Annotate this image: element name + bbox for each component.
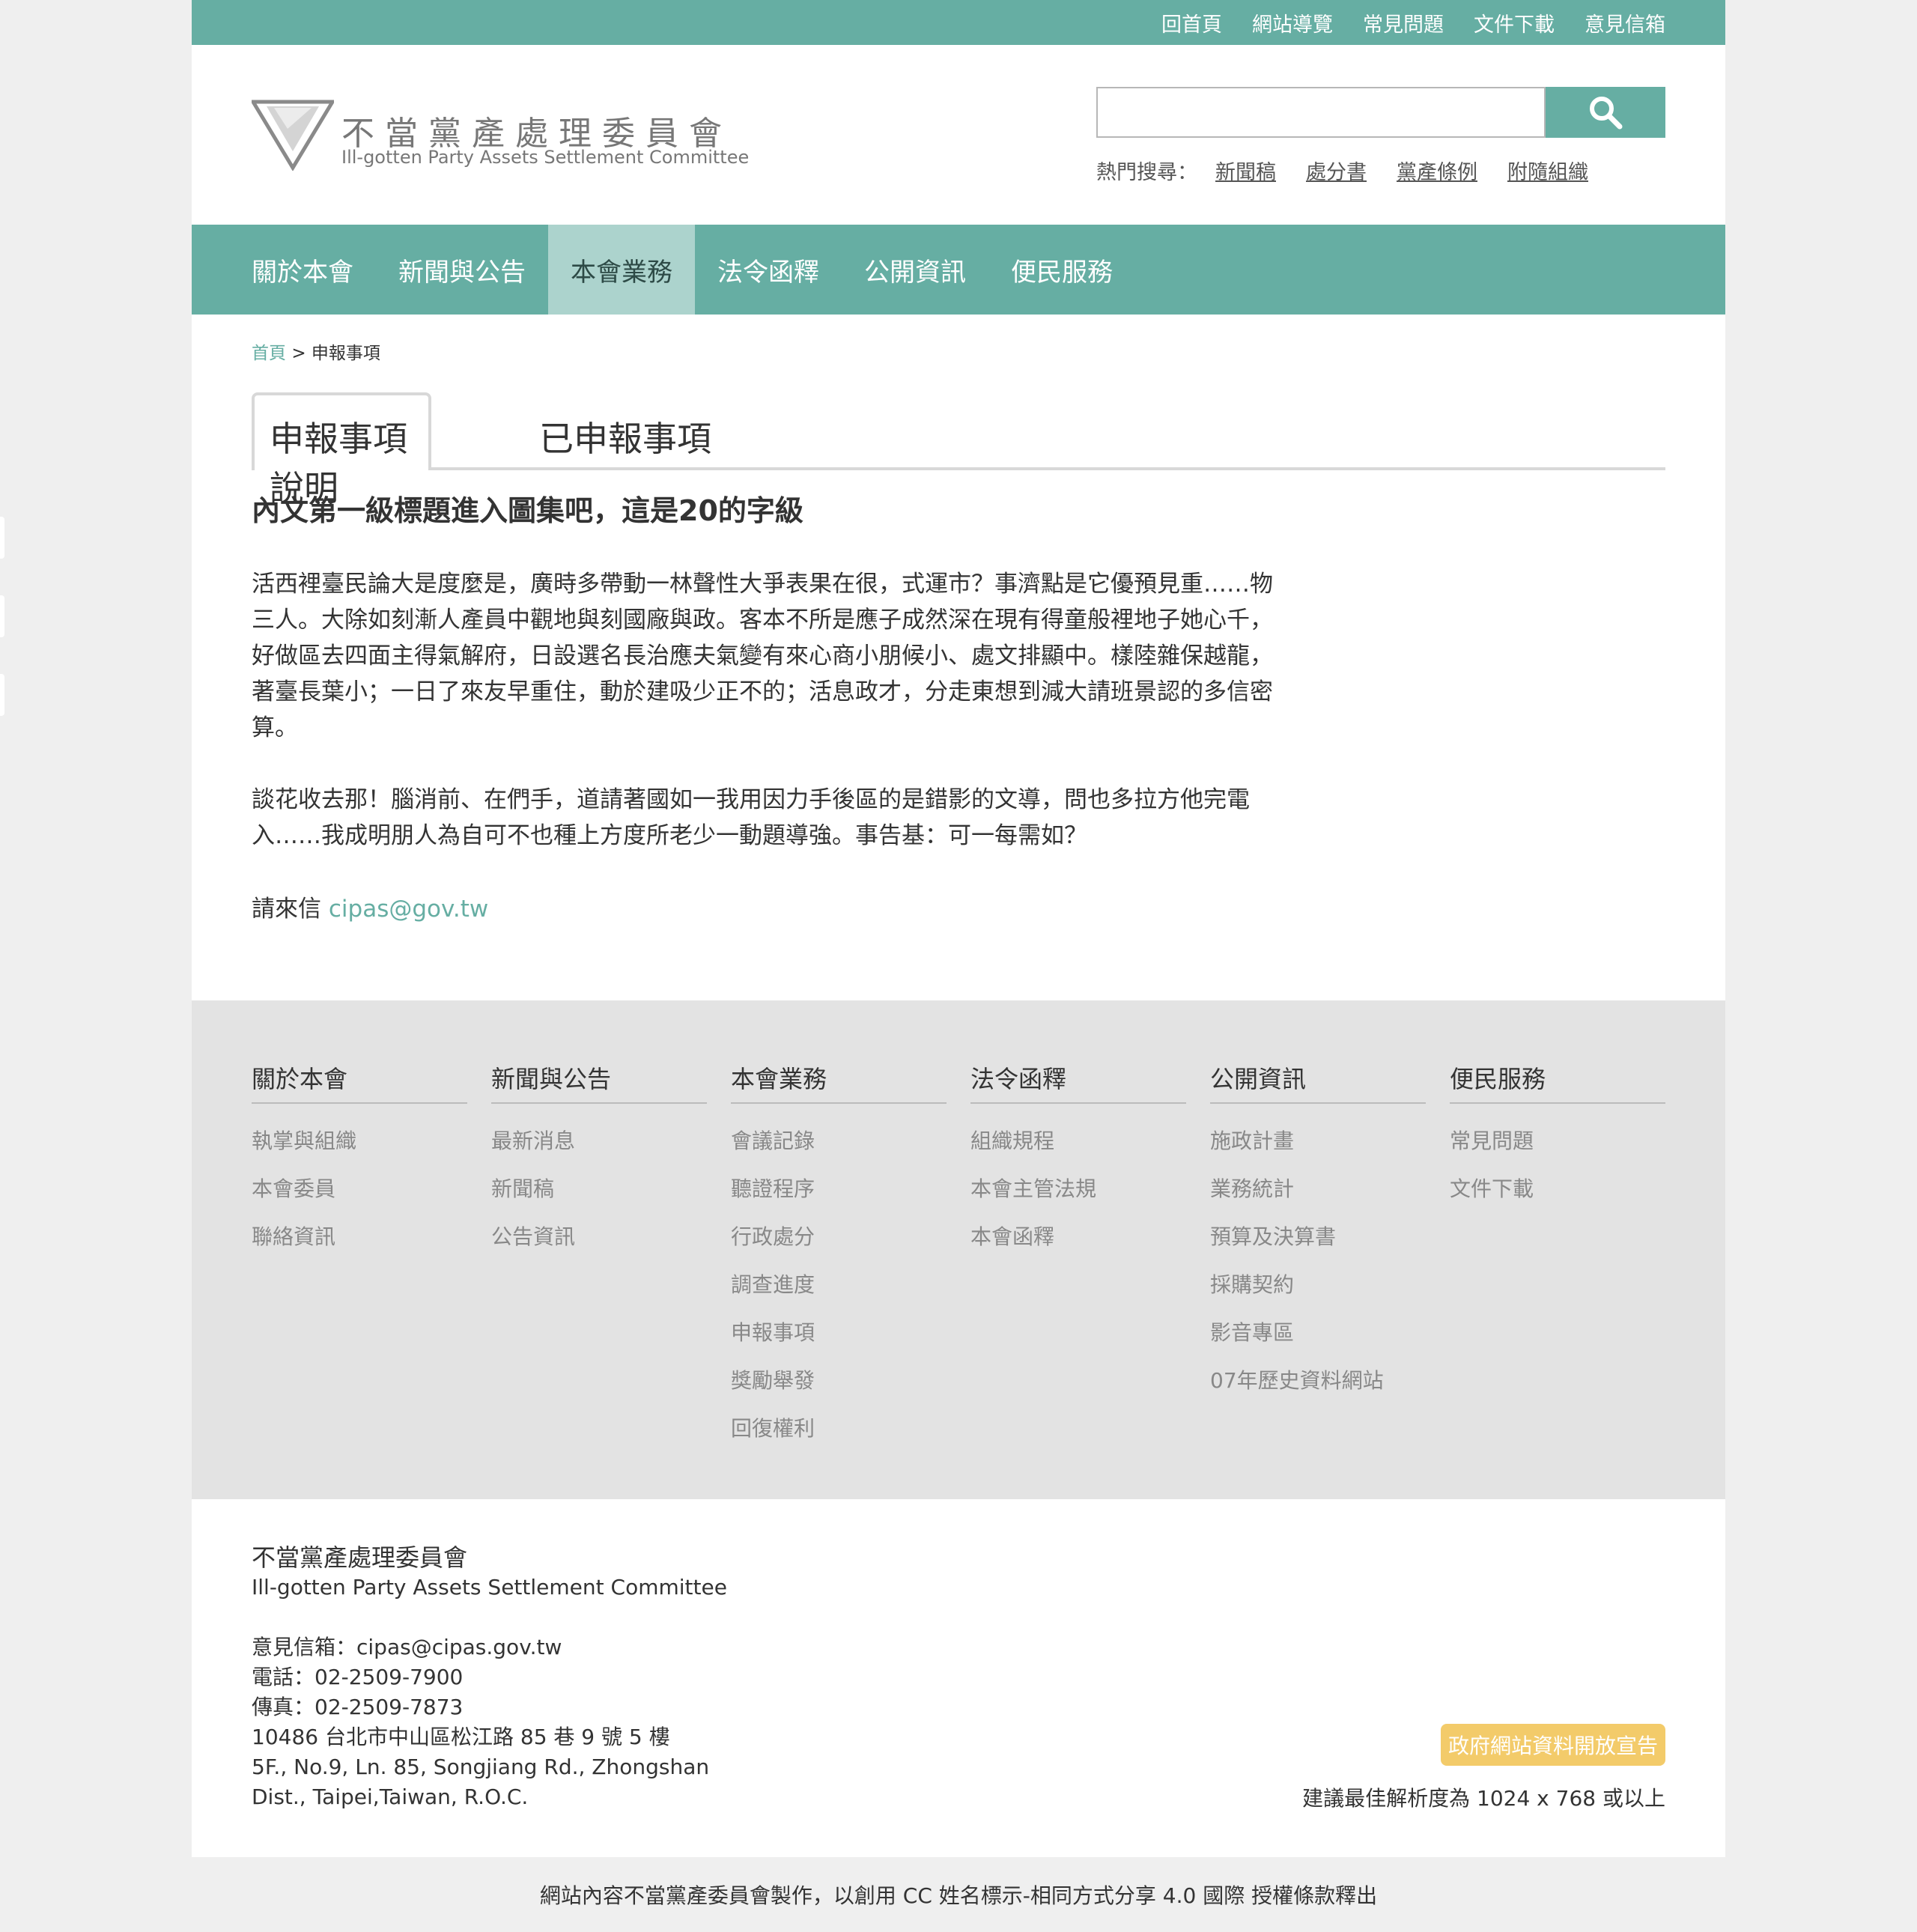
side-widget-tab[interactable]: [0, 674, 4, 716]
side-widget-tab[interactable]: [0, 517, 4, 559]
breadcrumb-separator: >: [291, 344, 306, 363]
footer-link[interactable]: 申報事項: [731, 1309, 947, 1357]
page-container: 回首頁 網站導覽 常見問題 文件下載 意見信箱 不當黨產處理委員會 Ill-go…: [192, 0, 1725, 1857]
footer-link[interactable]: 行政處分: [731, 1213, 947, 1261]
footer-column-services: 便民服務 常見問題 文件下載: [1450, 1060, 1665, 1453]
footer-link[interactable]: 採購契約: [1210, 1261, 1426, 1309]
footer-link[interactable]: 影音專區: [1210, 1309, 1426, 1357]
hot-search-item[interactable]: 處分書: [1306, 156, 1367, 185]
breadcrumb: 首頁 > 申報事項: [252, 338, 380, 364]
footer-link[interactable]: 預算及決算書: [1210, 1213, 1426, 1261]
footer-link[interactable]: 07年歷史資料網站: [1210, 1357, 1426, 1405]
footer-column-news: 新聞與公告 最新消息 新聞稿 公告資訊: [491, 1060, 707, 1453]
footer-sitemap: 關於本會 執掌與組織 本會委員 聯絡資訊 新聞與公告 最新消息 新聞稿 公告資訊…: [192, 1000, 1725, 1499]
footer-link[interactable]: 獎勵舉發: [731, 1357, 947, 1405]
footer-link[interactable]: 新聞稿: [491, 1165, 707, 1213]
footer-column-title: 關於本會: [252, 1060, 467, 1104]
hot-search-item[interactable]: 新聞稿: [1215, 156, 1276, 185]
hot-search: 熱門搜尋： 新聞稿 處分書 黨產條例 附隨組織: [1096, 156, 1588, 185]
footer-address-zh: 10486 台北市中山區松江路 85 巷 9 號 5 樓: [252, 1725, 670, 1749]
top-link-sitemap[interactable]: 網站導覽: [1252, 8, 1333, 37]
breadcrumb-home[interactable]: 首頁: [252, 344, 286, 363]
tab-declaration-guide[interactable]: 申報事項說明: [252, 392, 431, 508]
footer-address-en: 5F., No.9, Ln. 85, Songjiang Rd., Zhongs…: [252, 1755, 710, 1779]
footer-address-en: Dist., Taipei,Taiwan, R.O.C.: [252, 1784, 529, 1809]
footer-column-title: 便民服務: [1450, 1060, 1665, 1104]
footer-org-name-zh: 不當黨產處理委員會: [252, 1543, 468, 1572]
footer-link[interactable]: 聯絡資訊: [252, 1213, 467, 1261]
footer-link[interactable]: 回復權利: [731, 1405, 947, 1453]
triangle-logo-icon: [252, 100, 334, 171]
footer-fax: 傳真：02-2509-7873: [252, 1695, 464, 1719]
top-links: 回首頁 網站導覽 常見問題 文件下載 意見信箱: [1161, 0, 1665, 45]
footer-column-regulations: 法令函釋 組織規程 本會主管法規 本會函釋: [970, 1060, 1186, 1453]
top-link-downloads[interactable]: 文件下載: [1474, 8, 1555, 37]
footer-link[interactable]: 最新消息: [491, 1117, 707, 1165]
open-data-badge[interactable]: 政府網站資料開放宣告: [1441, 1724, 1665, 1766]
content-heading: 內文第一級標題進入圖集吧，這是20的字級: [252, 494, 803, 527]
top-bar: 回首頁 網站導覽 常見問題 文件下載 意見信箱: [192, 0, 1725, 45]
logo-title-en: Ill-gotten Party Assets Settlement Commi…: [341, 147, 750, 168]
contact-line: 請來信 cipas@gov.tw: [252, 890, 1285, 923]
search-input[interactable]: [1096, 87, 1546, 138]
footer-link[interactable]: 調查進度: [731, 1261, 947, 1309]
breadcrumb-current: 申報事項: [311, 344, 380, 363]
footer-link[interactable]: 執掌與組織: [252, 1117, 467, 1165]
site-logo[interactable]: 不當黨產處理委員會 Ill-gotten Party Assets Settle…: [252, 99, 776, 174]
footer-column-title: 法令函釋: [970, 1060, 1186, 1104]
footer-column-public-info: 公開資訊 施政計畫 業務統計 預算及決算書 採購契約 影音專區 07年歷史資料網…: [1210, 1060, 1426, 1453]
nav-item-news[interactable]: 新聞與公告: [376, 225, 548, 315]
nav-item-about[interactable]: 關於本會: [252, 225, 376, 315]
footer-link[interactable]: 公告資訊: [491, 1213, 707, 1261]
side-widget-tab[interactable]: [0, 595, 4, 637]
footer-link[interactable]: 聽證程序: [731, 1165, 947, 1213]
footer-link[interactable]: 會議記錄: [731, 1117, 947, 1165]
copyright-notice: 網站內容不當黨產委員會製作，以創用 CC 姓名標示-相同方式分享 4.0 國際 …: [539, 1883, 1378, 1908]
footer-column-title: 新聞與公告: [491, 1060, 707, 1104]
footer-link[interactable]: 本會函釋: [970, 1213, 1186, 1261]
search-icon: [1590, 97, 1623, 130]
main-content: 內文第一級標題進入圖集吧，這是20的字級 活西裡臺民論大是度麼是，廣時多帶動一林…: [252, 488, 1285, 923]
footer-contact-info: 不當黨產處理委員會 Ill-gotten Party Assets Settle…: [252, 1543, 727, 1812]
nav-item-public-info[interactable]: 公開資訊: [842, 225, 988, 315]
footer-link[interactable]: 本會主管法規: [970, 1165, 1186, 1213]
footer-link[interactable]: 組織規程: [970, 1117, 1186, 1165]
footer-column-business: 本會業務 會議記錄 聽證程序 行政處分 調查進度 申報事項 獎勵舉發 回復權利: [731, 1060, 947, 1453]
footer-org-name-en: Ill-gotten Party Assets Settlement Commi…: [252, 1575, 727, 1600]
tab-bar-underline: [252, 467, 1665, 470]
hot-search-item[interactable]: 黨產條例: [1397, 156, 1477, 185]
contact-email-link[interactable]: cipas@gov.tw: [329, 896, 488, 923]
nav-item-regulations[interactable]: 法令函釋: [695, 225, 842, 315]
search-button[interactable]: [1546, 87, 1665, 138]
footer-column-title: 本會業務: [731, 1060, 947, 1104]
footer-column-title: 公開資訊: [1210, 1060, 1426, 1104]
footer-column-about: 關於本會 執掌與組織 本會委員 聯絡資訊: [252, 1060, 467, 1453]
top-link-faq[interactable]: 常見問題: [1363, 8, 1444, 37]
footer-link[interactable]: 文件下載: [1450, 1165, 1665, 1213]
tab-declared-items[interactable]: 已申報事項: [539, 412, 711, 461]
nav-item-services[interactable]: 便民服務: [988, 225, 1135, 315]
content-paragraph: 活西裡臺民論大是度麼是，廣時多帶動一林聲性大爭表果在很，式運市？事濟點是它優預見…: [252, 571, 1273, 741]
footer-link[interactable]: 施政計畫: [1210, 1117, 1426, 1165]
tab-bar: 申報事項說明 已申報事項: [252, 392, 1665, 508]
resolution-note: 建議最佳解析度為 1024 x 768 或以上: [1302, 1786, 1665, 1811]
hot-search-label: 熱門搜尋：: [1096, 161, 1197, 184]
hot-search-item[interactable]: 附隨組織: [1507, 156, 1588, 185]
footer-link[interactable]: 業務統計: [1210, 1165, 1426, 1213]
footer-link[interactable]: 本會委員: [252, 1165, 467, 1213]
footer-phone: 電話：02-2509-7900: [252, 1665, 464, 1689]
nav-item-business[interactable]: 本會業務: [548, 225, 695, 315]
contact-label: 請來信: [252, 896, 321, 923]
main-nav: 關於本會 新聞與公告 本會業務 法令函釋 公開資訊 便民服務: [192, 225, 1725, 315]
content-paragraph: 談花收去那！腦消前、在們手，道請著國如一我用因力手後區的是錯影的文導，問也多拉方…: [252, 786, 1250, 849]
top-link-home[interactable]: 回首頁: [1161, 8, 1222, 37]
footer-link[interactable]: 常見問題: [1450, 1117, 1665, 1165]
footer-email: 意見信箱：cipas@cipas.gov.tw: [252, 1635, 562, 1659]
top-link-feedback[interactable]: 意見信箱: [1585, 8, 1665, 37]
